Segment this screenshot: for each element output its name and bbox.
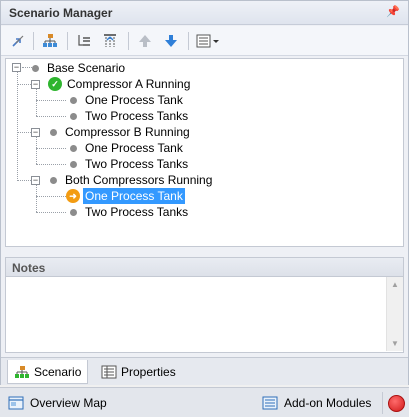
list-view-icon — [196, 34, 219, 48]
tree-node-label[interactable]: Two Process Tanks — [83, 204, 190, 220]
stop-icon — [388, 394, 405, 412]
pin-icon[interactable]: 📌 — [386, 5, 400, 18]
tree-connector — [17, 84, 31, 85]
tab-label: Properties — [121, 365, 176, 379]
scenario-bullet-icon — [50, 128, 57, 136]
tree-connector — [36, 164, 66, 165]
promote-scenario-button[interactable] — [7, 30, 29, 52]
tree-connector — [36, 88, 37, 116]
notes-header: Notes — [5, 257, 404, 277]
arrow-down-icon — [165, 35, 177, 47]
modules-icon — [262, 396, 278, 410]
child-list-icon — [78, 35, 90, 46]
toolbar-separator — [33, 32, 34, 50]
tree-connector — [36, 116, 66, 117]
tree-node-label[interactable]: Two Process Tanks — [83, 108, 190, 124]
hierarchy-icon — [43, 34, 57, 47]
overview-map-label: Overview Map — [30, 396, 107, 410]
scenario-tree: − Base Scenario − ✓ Compressor A Running… — [5, 58, 404, 247]
tab-label: Scenario — [34, 364, 82, 379]
move-down-button[interactable] — [160, 30, 182, 52]
notes-title: Notes — [12, 261, 46, 275]
tree-connector — [36, 196, 66, 197]
bottom-separator — [382, 392, 383, 414]
tree-node-label[interactable]: Both Compressors Running — [63, 172, 214, 188]
tree-node-label[interactable]: Two Process Tanks — [83, 156, 190, 172]
tree-node-child-selected[interactable]: ➜ One Process Tank — [66, 188, 185, 204]
panel-title: Scenario Manager — [9, 6, 113, 20]
tree-connector — [36, 100, 66, 101]
scenario-bullet-icon — [70, 160, 77, 168]
scenario-manager-panel: Scenario Manager 📌 − Base Scenario − ✓ C… — [0, 0, 409, 385]
notes-panel: ▲ ▼ — [5, 277, 404, 353]
properties-icon — [101, 365, 117, 379]
scenario-bullet-icon — [70, 144, 77, 152]
scenario-bullet-icon — [70, 96, 77, 104]
tab-properties[interactable]: Properties — [95, 360, 182, 384]
tree-node-child[interactable]: Two Process Tanks — [70, 108, 190, 124]
toolbar-separator — [67, 32, 68, 50]
arrow-up-icon — [139, 35, 151, 47]
filter-scenario-button[interactable] — [99, 30, 121, 52]
tree-node-label[interactable]: One Process Tank — [83, 140, 185, 156]
map-icon — [8, 396, 24, 410]
tree-node-label[interactable]: One Process Tank — [83, 92, 185, 108]
scenario-bullet-icon — [50, 176, 57, 184]
tree-node-compressor-a[interactable]: ✓ Compressor A Running — [48, 76, 192, 92]
tree-connector — [36, 184, 37, 212]
scenario-tree-icon — [15, 365, 29, 378]
check-icon: ✓ — [48, 77, 62, 91]
tab-scenario[interactable]: Scenario — [7, 360, 89, 384]
notes-scrollbar[interactable]: ▲ ▼ — [386, 277, 403, 351]
scenario-bullet-icon — [32, 64, 39, 72]
collapse-toggle[interactable]: − — [31, 176, 40, 185]
addon-modules-label: Add-on Modules — [284, 396, 372, 410]
toolbar — [1, 26, 408, 56]
tree-node-label[interactable]: Base Scenario — [45, 60, 127, 76]
tree-node-label[interactable]: Compressor A Running — [65, 76, 192, 92]
tree-connector — [36, 148, 66, 149]
panel-title-bar: Scenario Manager 📌 — [1, 1, 408, 25]
tree-node-compressor-b[interactable]: Compressor B Running — [50, 124, 192, 140]
tree-structure-button[interactable] — [39, 30, 61, 52]
bottom-bar: Overview Map Add-on Modules — [0, 387, 409, 417]
tree-node-child[interactable]: Two Process Tanks — [70, 204, 190, 220]
tree-connector — [17, 132, 31, 133]
collapse-toggle[interactable]: − — [31, 128, 40, 137]
filter-tree-icon — [104, 34, 116, 47]
tree-connector — [17, 180, 31, 181]
tree-node-base-scenario[interactable]: Base Scenario — [32, 60, 127, 76]
view-options-button[interactable] — [194, 30, 222, 52]
tree-node-child[interactable]: Two Process Tanks — [70, 156, 190, 172]
arrows-icon — [12, 35, 24, 47]
overview-map-button[interactable]: Overview Map — [8, 394, 107, 412]
scenario-bullet-icon — [70, 112, 77, 120]
scroll-up-icon[interactable]: ▲ — [391, 280, 399, 289]
toolbar-separator — [128, 32, 129, 50]
toolbar-separator — [188, 32, 189, 50]
child-scenario-button[interactable] — [73, 30, 95, 52]
notes-textarea[interactable] — [10, 279, 386, 349]
tree-connector — [36, 136, 37, 164]
tree-connector — [17, 72, 18, 179]
tree-node-both-compressors[interactable]: Both Compressors Running — [50, 172, 214, 188]
tree-node-label[interactable]: One Process Tank — [83, 188, 185, 204]
stop-button[interactable] — [388, 394, 405, 412]
scenario-bullet-icon — [70, 208, 77, 216]
panel-tabs: Scenario Properties — [1, 357, 408, 385]
tree-connector — [36, 212, 66, 213]
scroll-down-icon[interactable]: ▼ — [391, 339, 399, 348]
collapse-toggle[interactable]: − — [12, 63, 21, 72]
move-up-button[interactable] — [134, 30, 156, 52]
tree-node-child[interactable]: One Process Tank — [70, 140, 185, 156]
collapse-toggle[interactable]: − — [31, 80, 40, 89]
tree-node-label[interactable]: Compressor B Running — [63, 124, 192, 140]
tree-node-child[interactable]: One Process Tank — [70, 92, 185, 108]
current-scenario-arrow-icon: ➜ — [66, 189, 80, 203]
addon-modules-button[interactable]: Add-on Modules — [262, 394, 371, 412]
